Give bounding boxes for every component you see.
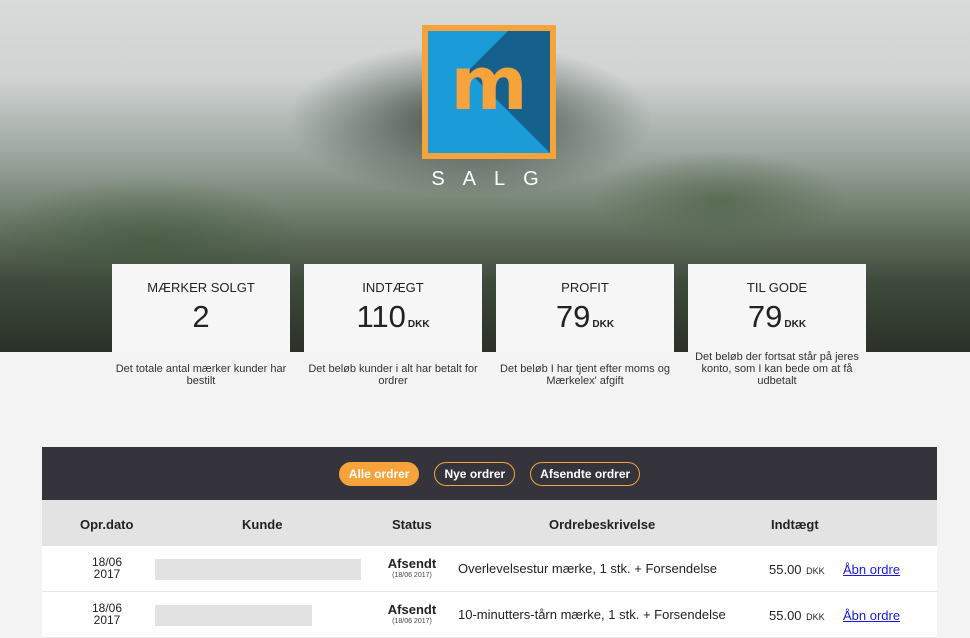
order-status: Afsendt (18/06 2017) — [380, 556, 444, 579]
orders-panel: Alle ordrer Nye ordrer Afsendte ordrer O… — [42, 447, 937, 638]
column-header-status: Status — [392, 517, 432, 532]
status-date: (18/06 2017) — [392, 572, 432, 579]
column-header-date: Opr.dato — [80, 517, 134, 532]
stat-card-til-gode: TIL GODE 79 DKK — [688, 264, 866, 352]
stat-card-indtaegt: INDTÆGT 110 DKK — [304, 264, 482, 352]
filter-new-orders-button[interactable]: Nye ordrer — [434, 461, 516, 486]
order-amount: 55.00 DKK — [769, 608, 825, 623]
table-header: Opr.dato Kunde Status Ordrebeskrivelse I… — [42, 500, 937, 546]
column-header-description: Ordrebeskrivelse — [549, 517, 656, 532]
order-description: 10-minutters-tårn mærke, 1 stk. + Forsen… — [458, 607, 726, 622]
customer-name-redacted — [155, 605, 312, 626]
stat-value: 2 — [192, 299, 210, 334]
order-amount: 55.00 DKK — [769, 562, 825, 577]
stat-value: 79 DKK — [555, 299, 615, 334]
order-date: 18/06 2017 — [91, 555, 123, 581]
table-row: 18/06 2017 Afsendt (18/06 2017) 10-minut… — [42, 592, 937, 638]
status-label: Afsendt — [387, 556, 437, 571]
stat-title: PROFIT — [561, 280, 609, 295]
customer-name-redacted — [155, 559, 361, 580]
table-row: 18/06 2017 Afsendt (18/06 2017) Overleve… — [42, 546, 937, 592]
stat-description: Det totale antal mærker kunder har besti… — [115, 363, 287, 387]
stat-description: Det beløb I har tjent efter moms og Mærk… — [500, 363, 670, 387]
status-date: (18/06 2017) — [392, 618, 432, 625]
stat-description: Det beløb kunder i alt har betalt for or… — [308, 363, 478, 387]
logo-letter: m — [450, 41, 528, 127]
column-header-customer: Kunde — [242, 517, 283, 532]
stat-description: Det beløb der fortsat står på jeres kont… — [695, 351, 859, 387]
stat-unit: DKK — [592, 319, 615, 330]
open-order-link[interactable]: Åbn ordre — [843, 562, 900, 577]
stat-card-profit: PROFIT 79 DKK — [496, 264, 674, 352]
column-header-revenue: Indtægt — [771, 517, 819, 532]
brand-name: SALG — [431, 168, 557, 190]
order-date: 18/06 2017 — [91, 601, 123, 627]
stat-card-maerker-solgt: MÆRKER SOLGT 2 — [112, 264, 290, 352]
filter-shipped-orders-button[interactable]: Afsendte ordrer — [530, 461, 641, 486]
stat-title: MÆRKER SOLGT — [147, 280, 255, 295]
stat-title: TIL GODE — [746, 280, 808, 295]
logo: m — [422, 25, 556, 159]
stat-value: 79 DKK — [747, 299, 807, 334]
stat-unit: DKK — [784, 319, 807, 330]
order-description: Overlevelsestur mærke, 1 stk. + Forsende… — [458, 561, 718, 576]
order-status: Afsendt (18/06 2017) — [380, 602, 444, 625]
filter-all-orders-button[interactable]: Alle ordrer — [338, 461, 420, 486]
filter-bar: Alle ordrer Nye ordrer Afsendte ordrer — [42, 447, 937, 500]
open-order-link[interactable]: Åbn ordre — [843, 608, 900, 623]
stat-unit: DKK — [407, 319, 430, 330]
status-label: Afsendt — [387, 602, 437, 617]
stat-value: 110 DKK — [356, 299, 430, 334]
stat-title: INDTÆGT — [362, 280, 424, 295]
